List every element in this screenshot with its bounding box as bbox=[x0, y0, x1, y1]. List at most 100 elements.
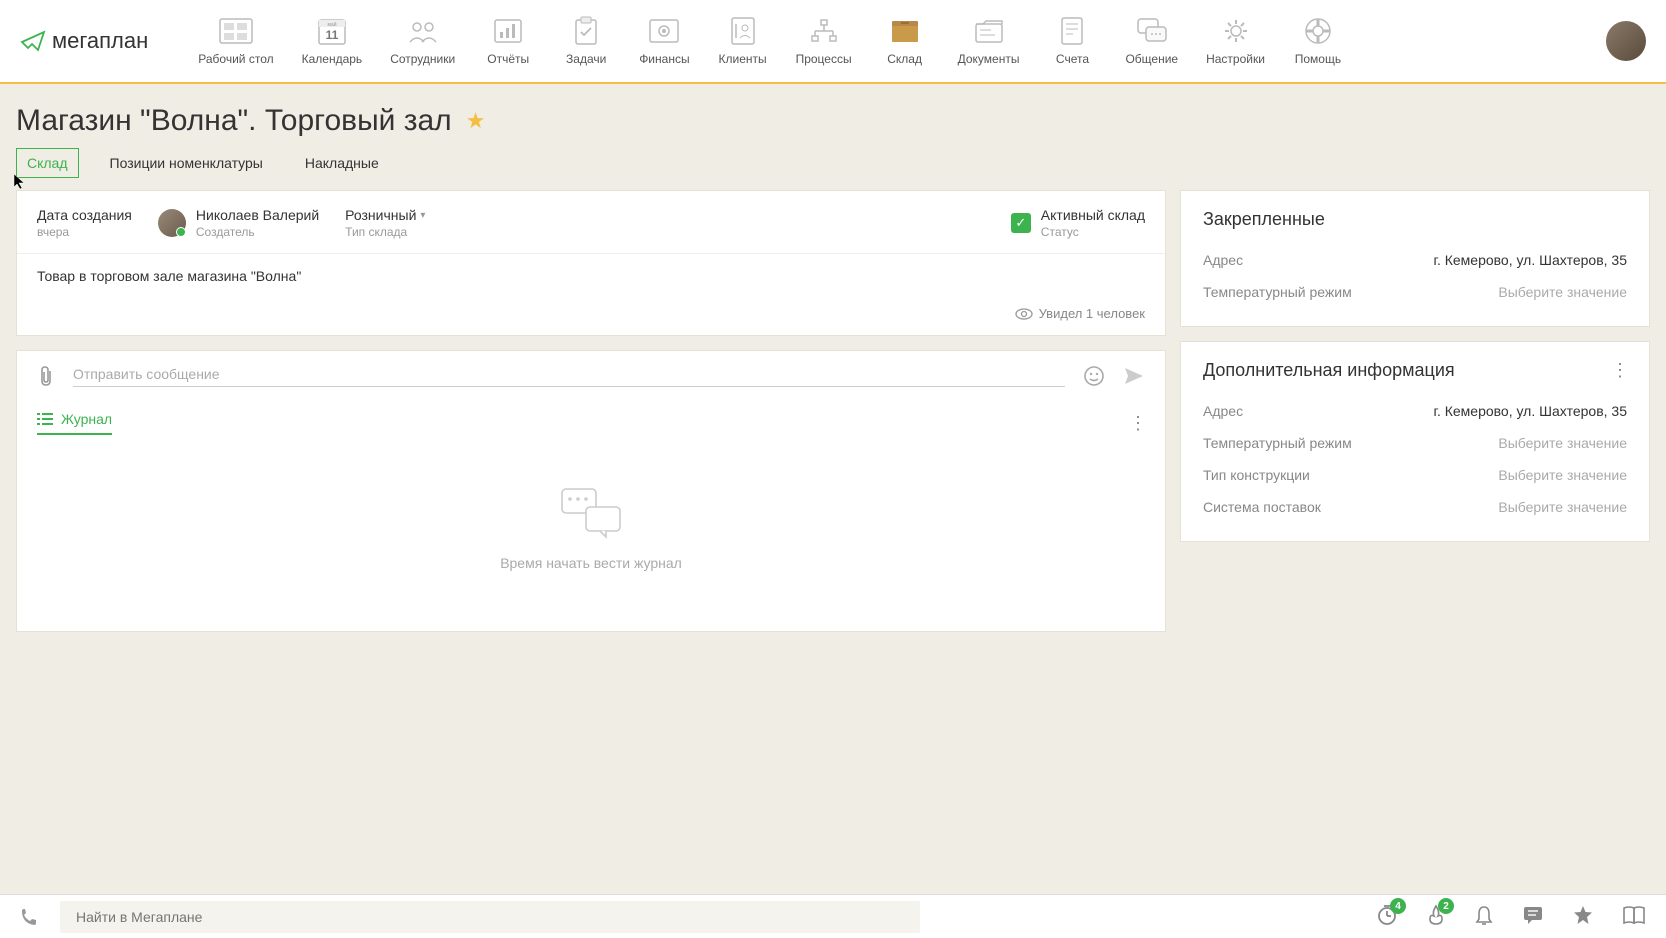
creator-name: Николаев Валерий bbox=[196, 207, 319, 223]
page-title: Магазин "Волна". Торговый зал bbox=[16, 104, 452, 138]
status-block[interactable]: ✓ Активный склад Статус bbox=[1011, 207, 1145, 239]
nav-label: Клиенты bbox=[719, 52, 767, 66]
nav-label: Настройки bbox=[1206, 52, 1265, 66]
tab-invoices[interactable]: Накладные bbox=[294, 148, 390, 178]
nav-settings[interactable]: Настройки bbox=[1196, 10, 1275, 72]
pinned-title: Закрепленные bbox=[1203, 209, 1325, 230]
tab-warehouse[interactable]: Склад bbox=[16, 148, 79, 178]
journal-tab[interactable]: Журнал bbox=[37, 411, 112, 435]
nav-employees[interactable]: Сотрудники bbox=[380, 10, 465, 72]
status-value: Активный склад bbox=[1041, 207, 1145, 223]
message-icon[interactable] bbox=[1522, 905, 1544, 928]
journal-label: Журнал bbox=[61, 411, 112, 427]
journal-empty: Время начать вести журнал bbox=[17, 445, 1165, 631]
main-nav: Рабочий стол май11 Календарь Сотрудники … bbox=[188, 10, 1586, 72]
bell-icon[interactable] bbox=[1474, 904, 1494, 929]
nav-label: Помощь bbox=[1295, 52, 1341, 66]
tasks-icon bbox=[568, 16, 604, 46]
content: Дата создания вчера Николаев Валерий Соз… bbox=[0, 190, 1666, 686]
chat-empty-icon bbox=[556, 485, 626, 539]
field-label: Система поставок bbox=[1203, 499, 1321, 515]
nav-label: Процессы bbox=[796, 52, 852, 66]
star-icon[interactable] bbox=[1572, 904, 1594, 929]
processes-icon bbox=[806, 16, 842, 46]
user-avatar[interactable] bbox=[1606, 21, 1646, 61]
description: Товар в торговом зале магазина "Волна" bbox=[17, 253, 1165, 298]
views-row[interactable]: Увидел 1 человек bbox=[17, 298, 1165, 335]
info-card: Дата создания вчера Николаев Валерий Соз… bbox=[16, 190, 1166, 336]
created-block: Дата создания вчера bbox=[37, 207, 132, 239]
invoices-icon bbox=[1054, 16, 1090, 46]
nav-label: Задачи bbox=[566, 52, 606, 66]
nav-calendar[interactable]: май11 Календарь bbox=[292, 10, 373, 72]
search-input[interactable] bbox=[60, 901, 920, 933]
nav-documents[interactable]: Документы bbox=[948, 10, 1030, 72]
type-label: Тип склада bbox=[345, 225, 425, 239]
main-header: мегаплан Рабочий стол май11 Календарь Со… bbox=[0, 0, 1666, 84]
documents-icon bbox=[971, 16, 1007, 46]
created-label: Дата создания bbox=[37, 207, 132, 223]
field-placeholder: Выберите значение bbox=[1498, 435, 1627, 451]
send-icon[interactable] bbox=[1123, 366, 1145, 386]
extra-menu-button[interactable]: ⋮ bbox=[1611, 360, 1627, 381]
field-label: Адрес bbox=[1203, 403, 1243, 419]
journal-menu-button[interactable]: ⋮ bbox=[1129, 413, 1145, 434]
nav-label: Сотрудники bbox=[390, 52, 455, 66]
message-input-wrap bbox=[73, 366, 1065, 387]
nav-desktop[interactable]: Рабочий стол bbox=[188, 10, 283, 72]
phone-icon[interactable] bbox=[20, 907, 40, 927]
panel-row[interactable]: Температурный режим Выберите значение bbox=[1203, 427, 1627, 459]
field-value: г. Кемерово, ул. Шахтеров, 35 bbox=[1434, 403, 1627, 419]
nav-help[interactable]: Помощь bbox=[1283, 10, 1353, 72]
journal-card: Журнал ⋮ Время начать вести журнал bbox=[16, 350, 1166, 632]
pinned-panel: Закрепленные Адрес г. Кемерово, ул. Шахт… bbox=[1180, 190, 1650, 327]
nav-label: Рабочий стол bbox=[198, 52, 273, 66]
emoji-icon[interactable] bbox=[1083, 365, 1105, 387]
page-title-row: Магазин "Волна". Торговый зал ★ bbox=[0, 84, 1666, 148]
main-column: Дата создания вчера Николаев Валерий Соз… bbox=[16, 190, 1166, 646]
warehouse-icon bbox=[887, 16, 923, 46]
nav-label: Документы bbox=[958, 52, 1020, 66]
fire-icon[interactable]: 2 bbox=[1426, 904, 1446, 929]
nav-warehouse[interactable]: Склад bbox=[870, 10, 940, 72]
attach-icon[interactable] bbox=[37, 365, 55, 387]
field-label: Температурный режим bbox=[1203, 284, 1352, 300]
creator-avatar bbox=[158, 209, 186, 237]
info-bar: Дата создания вчера Николаев Валерий Соз… bbox=[17, 191, 1165, 253]
nav-chat[interactable]: Общение bbox=[1115, 10, 1188, 72]
tab-nomenclature[interactable]: Позиции номенклатуры bbox=[99, 148, 274, 178]
badge: 2 bbox=[1438, 898, 1454, 914]
message-input[interactable] bbox=[73, 366, 1065, 382]
field-label: Адрес bbox=[1203, 252, 1243, 268]
eye-icon bbox=[1015, 308, 1033, 320]
extra-title: Дополнительная информация bbox=[1203, 360, 1455, 381]
nav-finance[interactable]: Финансы bbox=[629, 10, 699, 72]
help-icon bbox=[1300, 16, 1336, 46]
nav-tasks[interactable]: Задачи bbox=[551, 10, 621, 72]
clients-icon bbox=[725, 16, 761, 46]
field-value: г. Кемерово, ул. Шахтеров, 35 bbox=[1434, 252, 1627, 268]
type-block[interactable]: Розничный▾ Тип склада bbox=[345, 207, 425, 239]
svg-text:май: май bbox=[327, 21, 336, 28]
desktop-icon bbox=[218, 16, 254, 46]
book-icon[interactable] bbox=[1622, 905, 1646, 928]
nav-processes[interactable]: Процессы bbox=[786, 10, 862, 72]
panel-row[interactable]: Температурный режим Выберите значение bbox=[1203, 276, 1627, 308]
favorite-star-icon[interactable]: ★ bbox=[466, 108, 486, 134]
nav-invoices[interactable]: Счета bbox=[1037, 10, 1107, 72]
nav-clients[interactable]: Клиенты bbox=[708, 10, 778, 72]
panel-row[interactable]: Тип конструкции Выберите значение bbox=[1203, 459, 1627, 491]
active-checkbox[interactable]: ✓ bbox=[1011, 213, 1031, 233]
nav-label: Финансы bbox=[639, 52, 689, 66]
panel-row[interactable]: Система поставок Выберите значение bbox=[1203, 491, 1627, 523]
journal-empty-text: Время начать вести журнал bbox=[500, 555, 682, 571]
creator-block[interactable]: Николаев Валерий Создатель bbox=[158, 207, 319, 239]
nav-reports[interactable]: Отчёты bbox=[473, 10, 543, 72]
panel-row[interactable]: Адрес г. Кемерово, ул. Шахтеров, 35 bbox=[1203, 395, 1627, 427]
chat-icon bbox=[1134, 16, 1170, 46]
panel-row[interactable]: Адрес г. Кемерово, ул. Шахтеров, 35 bbox=[1203, 244, 1627, 276]
logo[interactable]: мегаплан bbox=[20, 28, 148, 54]
employees-icon bbox=[405, 16, 441, 46]
views-text: Увидел 1 человек bbox=[1039, 306, 1145, 321]
timer-icon[interactable]: 4 bbox=[1376, 904, 1398, 929]
